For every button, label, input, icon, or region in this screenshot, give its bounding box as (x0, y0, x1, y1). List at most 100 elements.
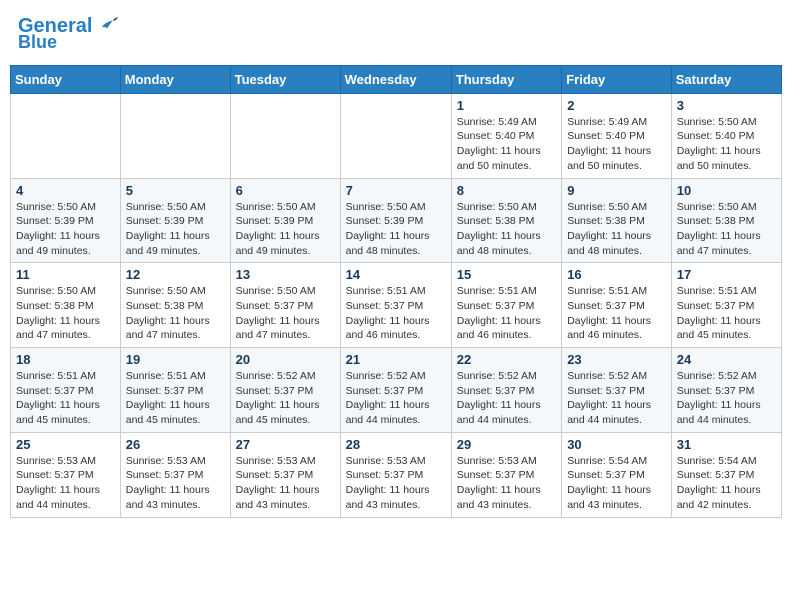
day-info: Sunrise: 5:50 AM Sunset: 5:38 PM Dayligh… (457, 200, 556, 259)
calendar-cell (230, 93, 340, 178)
calendar-cell: 23 Sunrise: 5:52 AM Sunset: 5:37 PM Dayli… (562, 348, 672, 433)
day-info: Sunrise: 5:52 AM Sunset: 5:37 PM Dayligh… (567, 369, 666, 428)
day-number: 26 (126, 437, 225, 452)
day-number: 29 (457, 437, 556, 452)
day-info: Sunrise: 5:50 AM Sunset: 5:39 PM Dayligh… (126, 200, 225, 259)
calendar-cell: 20Sunrise: 5:52 AM Sunset: 5:37 PM Dayli… (230, 348, 340, 433)
calendar-cell: 19 Sunrise: 5:51 AM Sunset: 5:37 PM Dayli… (120, 348, 230, 433)
day-number: 16 (567, 267, 666, 282)
day-number: 5 (126, 183, 225, 198)
day-info: Sunrise: 5:52 AM Sunset: 5:37 PM Dayligh… (457, 369, 556, 428)
calendar-body: 1 Sunrise: 5:49 AM Sunset: 5:40 PM Daylig… (11, 93, 782, 517)
calendar-cell: 30 Sunrise: 5:54 AM Sunset: 5:37 PM Dayli… (562, 432, 672, 517)
day-number: 8 (457, 183, 556, 198)
calendar-table: SundayMondayTuesdayWednesdayThursdayFrid… (10, 65, 782, 518)
calendar-cell: 6Sunrise: 5:50 AM Sunset: 5:39 PM Daylig… (230, 178, 340, 263)
day-number: 21 (346, 352, 446, 367)
day-number: 25 (16, 437, 115, 452)
week-row-5: 25 Sunrise: 5:53 AM Sunset: 5:37 PM Dayli… (11, 432, 782, 517)
calendar-cell: 28Sunrise: 5:53 AM Sunset: 5:37 PM Dayli… (340, 432, 451, 517)
day-number: 2 (567, 98, 666, 113)
day-info: Sunrise: 5:49 AM Sunset: 5:40 PM Dayligh… (567, 115, 666, 174)
day-info: Sunrise: 5:53 AM Sunset: 5:37 PM Dayligh… (236, 454, 335, 513)
calendar-cell: 11Sunrise: 5:50 AM Sunset: 5:38 PM Dayli… (11, 263, 121, 348)
day-number: 23 (567, 352, 666, 367)
weekday-header-sunday: Sunday (11, 65, 121, 93)
calendar-cell: 14 Sunrise: 5:51 AM Sunset: 5:37 PM Dayli… (340, 263, 451, 348)
calendar-cell: 31 Sunrise: 5:54 AM Sunset: 5:37 PM Dayli… (671, 432, 781, 517)
day-number: 10 (677, 183, 776, 198)
calendar-cell: 27 Sunrise: 5:53 AM Sunset: 5:37 PM Dayli… (230, 432, 340, 517)
calendar-cell (340, 93, 451, 178)
week-row-1: 1 Sunrise: 5:49 AM Sunset: 5:40 PM Daylig… (11, 93, 782, 178)
day-info: Sunrise: 5:53 AM Sunset: 5:37 PM Dayligh… (457, 454, 556, 513)
day-info: Sunrise: 5:50 AM Sunset: 5:39 PM Dayligh… (16, 200, 115, 259)
day-info: Sunrise: 5:50 AM Sunset: 5:38 PM Dayligh… (16, 284, 115, 343)
calendar-cell: 8 Sunrise: 5:50 AM Sunset: 5:38 PM Daylig… (451, 178, 561, 263)
logo-bird-icon (100, 14, 118, 32)
calendar-cell (11, 93, 121, 178)
day-info: Sunrise: 5:52 AM Sunset: 5:37 PM Dayligh… (346, 369, 446, 428)
day-info: Sunrise: 5:51 AM Sunset: 5:37 PM Dayligh… (346, 284, 446, 343)
day-info: Sunrise: 5:53 AM Sunset: 5:37 PM Dayligh… (346, 454, 446, 513)
day-number: 27 (236, 437, 335, 452)
calendar-cell: 29 Sunrise: 5:53 AM Sunset: 5:37 PM Dayli… (451, 432, 561, 517)
day-number: 31 (677, 437, 776, 452)
weekday-header-tuesday: Tuesday (230, 65, 340, 93)
calendar-cell: 1 Sunrise: 5:49 AM Sunset: 5:40 PM Daylig… (451, 93, 561, 178)
weekday-header-saturday: Saturday (671, 65, 781, 93)
calendar-cell: 9Sunrise: 5:50 AM Sunset: 5:38 PM Daylig… (562, 178, 672, 263)
weekday-header-thursday: Thursday (451, 65, 561, 93)
day-info: Sunrise: 5:54 AM Sunset: 5:37 PM Dayligh… (677, 454, 776, 513)
week-row-2: 4Sunrise: 5:50 AM Sunset: 5:39 PM Daylig… (11, 178, 782, 263)
day-number: 1 (457, 98, 556, 113)
calendar-cell: 26Sunrise: 5:53 AM Sunset: 5:37 PM Dayli… (120, 432, 230, 517)
day-number: 18 (16, 352, 115, 367)
calendar-cell: 4Sunrise: 5:50 AM Sunset: 5:39 PM Daylig… (11, 178, 121, 263)
day-info: Sunrise: 5:51 AM Sunset: 5:37 PM Dayligh… (16, 369, 115, 428)
calendar-cell: 7 Sunrise: 5:50 AM Sunset: 5:39 PM Daylig… (340, 178, 451, 263)
day-number: 17 (677, 267, 776, 282)
day-number: 12 (126, 267, 225, 282)
day-number: 9 (567, 183, 666, 198)
calendar-cell: 12Sunrise: 5:50 AM Sunset: 5:38 PM Dayli… (120, 263, 230, 348)
day-info: Sunrise: 5:51 AM Sunset: 5:37 PM Dayligh… (126, 369, 225, 428)
page-header: General Blue (10, 10, 782, 57)
day-number: 15 (457, 267, 556, 282)
calendar-cell: 13Sunrise: 5:50 AM Sunset: 5:37 PM Dayli… (230, 263, 340, 348)
day-number: 7 (346, 183, 446, 198)
calendar-cell: 10 Sunrise: 5:50 AM Sunset: 5:38 PM Dayli… (671, 178, 781, 263)
day-number: 13 (236, 267, 335, 282)
day-number: 24 (677, 352, 776, 367)
day-info: Sunrise: 5:49 AM Sunset: 5:40 PM Dayligh… (457, 115, 556, 174)
day-number: 14 (346, 267, 446, 282)
day-info: Sunrise: 5:52 AM Sunset: 5:37 PM Dayligh… (236, 369, 335, 428)
day-info: Sunrise: 5:50 AM Sunset: 5:39 PM Dayligh… (236, 200, 335, 259)
day-number: 30 (567, 437, 666, 452)
day-info: Sunrise: 5:50 AM Sunset: 5:39 PM Dayligh… (346, 200, 446, 259)
day-info: Sunrise: 5:50 AM Sunset: 5:38 PM Dayligh… (677, 200, 776, 259)
weekday-header-monday: Monday (120, 65, 230, 93)
calendar-cell: 16 Sunrise: 5:51 AM Sunset: 5:37 PM Dayli… (562, 263, 672, 348)
calendar-cell: 22 Sunrise: 5:52 AM Sunset: 5:37 PM Dayli… (451, 348, 561, 433)
calendar-cell: 21 Sunrise: 5:52 AM Sunset: 5:37 PM Dayli… (340, 348, 451, 433)
week-row-4: 18 Sunrise: 5:51 AM Sunset: 5:37 PM Dayli… (11, 348, 782, 433)
day-info: Sunrise: 5:50 AM Sunset: 5:40 PM Dayligh… (677, 115, 776, 174)
logo: General Blue (18, 14, 118, 53)
day-info: Sunrise: 5:54 AM Sunset: 5:37 PM Dayligh… (567, 454, 666, 513)
calendar-cell: 18 Sunrise: 5:51 AM Sunset: 5:37 PM Dayli… (11, 348, 121, 433)
calendar-cell: 5 Sunrise: 5:50 AM Sunset: 5:39 PM Daylig… (120, 178, 230, 263)
day-number: 3 (677, 98, 776, 113)
calendar-cell: 15Sunrise: 5:51 AM Sunset: 5:37 PM Dayli… (451, 263, 561, 348)
day-number: 19 (126, 352, 225, 367)
weekday-header-row: SundayMondayTuesdayWednesdayThursdayFrid… (11, 65, 782, 93)
week-row-3: 11Sunrise: 5:50 AM Sunset: 5:38 PM Dayli… (11, 263, 782, 348)
day-info: Sunrise: 5:51 AM Sunset: 5:37 PM Dayligh… (567, 284, 666, 343)
calendar-cell: 2 Sunrise: 5:49 AM Sunset: 5:40 PM Daylig… (562, 93, 672, 178)
day-number: 22 (457, 352, 556, 367)
calendar-cell: 17Sunrise: 5:51 AM Sunset: 5:37 PM Dayli… (671, 263, 781, 348)
calendar-cell: 3 Sunrise: 5:50 AM Sunset: 5:40 PM Daylig… (671, 93, 781, 178)
day-info: Sunrise: 5:52 AM Sunset: 5:37 PM Dayligh… (677, 369, 776, 428)
logo-blue: Blue (18, 32, 57, 52)
day-info: Sunrise: 5:53 AM Sunset: 5:37 PM Dayligh… (16, 454, 115, 513)
